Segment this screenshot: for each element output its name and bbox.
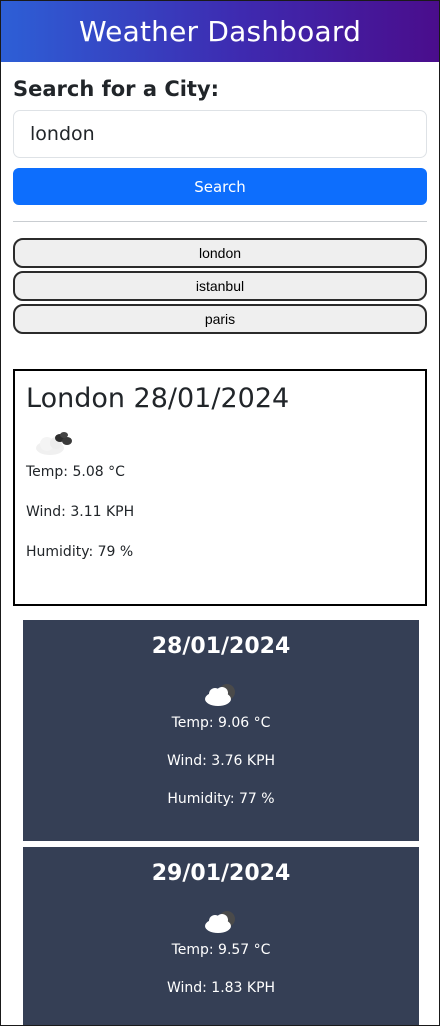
city-search-input[interactable] <box>13 110 427 158</box>
forecast-card: 28/01/2024 Temp: 9.06 °C Wind: 3.76 KPH … <box>23 620 419 841</box>
forecast-date: 28/01/2024 <box>151 634 291 659</box>
forecast-date: 29/01/2024 <box>151 861 291 886</box>
search-heading: Search for a City: <box>13 77 220 101</box>
forecast-temp: Temp: 9.57 °C <box>171 942 271 958</box>
current-wind: Wind: 3.11 KPH <box>26 504 135 520</box>
history-button-istanbul[interactable]: istanbul <box>13 271 427 301</box>
app-frame: Weather Dashboard Search for a City: Sea… <box>0 0 440 1026</box>
app-header: Weather Dashboard <box>1 1 439 62</box>
search-button[interactable]: Search <box>13 168 427 205</box>
current-weather-card: London 28/01/2024 Temp: 5.08 °C Wind: 3.… <box>13 369 427 606</box>
forecast-card: 29/01/2024 Temp: 9.57 °C Wind: 1.83 KPH <box>23 847 419 1025</box>
history-button-paris[interactable]: paris <box>13 304 427 334</box>
forecast-wind: Wind: 3.76 KPH <box>166 753 276 769</box>
current-humidity: Humidity: 79 % <box>26 544 134 560</box>
forecast-temp: Temp: 9.06 °C <box>171 715 271 731</box>
cloud-icon <box>205 684 235 706</box>
cloud-icon <box>205 911 235 933</box>
current-temp: Temp: 5.08 °C <box>26 464 125 480</box>
search-history: london istanbul paris <box>13 238 427 334</box>
divider <box>13 221 427 222</box>
forecast-list: 28/01/2024 Temp: 9.06 °C Wind: 3.76 KPH … <box>1 606 439 1025</box>
search-section: Search for a City: Search london istanbu… <box>1 62 439 334</box>
history-button-london[interactable]: london <box>13 238 427 268</box>
current-weather-title: London 28/01/2024 <box>26 383 290 414</box>
forecast-wind: Wind: 1.83 KPH <box>166 980 276 996</box>
page-title: Weather Dashboard <box>78 15 362 48</box>
forecast-humidity: Humidity: 77 % <box>167 791 275 807</box>
cloud-icon <box>36 432 72 455</box>
